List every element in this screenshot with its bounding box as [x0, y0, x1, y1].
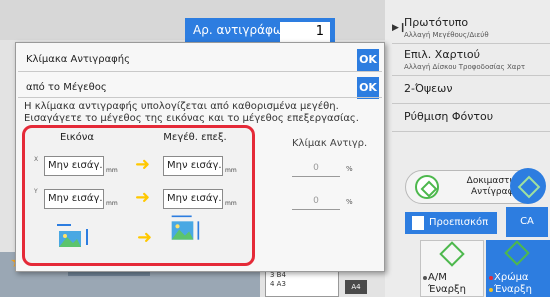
- dialog-title: Κλίμακα Αντιγραφής: [26, 54, 130, 65]
- paper-select-title: Επιλ. Χαρτιού: [404, 48, 481, 61]
- image-column-header: Εικόνα: [60, 132, 94, 143]
- output-x-unit: mm: [225, 167, 237, 174]
- original-title: Πρωτότυπο: [404, 16, 469, 29]
- ca-button[interactable]: CA: [506, 207, 548, 237]
- color-start-icon: [504, 240, 530, 266]
- paper-tray-row: 3 B4: [270, 271, 286, 279]
- bw-start-label: Α/Μ Έναρξη: [423, 272, 480, 296]
- dialog-divider: [18, 97, 382, 98]
- image-size-icon: [57, 224, 88, 247]
- output-y-unit: mm: [225, 200, 237, 207]
- description-line-2: Εισαγάγετε το μέγεθος της εικόνας και το…: [24, 113, 359, 124]
- original-button[interactable]: Πρωτότυπο Αλλαγή Μεγέθους/Διεύθ: [392, 14, 550, 44]
- paper-select-sub: Αλλαγή Δίσκου Τροφοδοσίας Χαρτ: [404, 63, 526, 71]
- image-x-unit: mm: [106, 167, 118, 174]
- preview-label: Προεπισκόπ: [429, 217, 489, 228]
- output-column-header: Μεγέθ. επεξ.: [163, 132, 227, 143]
- axis-x-label: X: [34, 156, 39, 163]
- arrow-right-icon: ➜: [135, 154, 151, 175]
- background-adjust-button[interactable]: Ρύθμιση Φόντου: [392, 106, 550, 132]
- ratio-x-percent: %: [346, 165, 353, 173]
- preview-icon: [412, 216, 424, 230]
- dialog-subtitle: από το Μέγεθος: [26, 82, 107, 93]
- arrow-right-icon: ➜: [137, 227, 153, 248]
- paper-tray-row: 4 A3: [270, 280, 286, 288]
- output-size-icon: [171, 215, 200, 240]
- color-dot-red-icon: [489, 276, 493, 280]
- start-round-icon[interactable]: [510, 168, 546, 204]
- duplex-button[interactable]: 2-Όψεων: [392, 80, 550, 104]
- color-start-label: Χρώμα Έναρξη: [489, 272, 546, 296]
- bw-start-line2: Έναρξη: [428, 284, 466, 295]
- axis-y-label: Y: [34, 188, 38, 195]
- bw-start-line1: Α/Μ: [428, 272, 447, 283]
- image-y-input[interactable]: Μην εισάγ.: [44, 189, 104, 209]
- output-y-input[interactable]: Μην εισάγ.: [163, 189, 223, 209]
- color-start-line2: Έναρξη: [494, 284, 532, 295]
- arrow-right-icon: ➜: [135, 187, 151, 208]
- bw-dot-icon: [423, 276, 427, 280]
- copies-label: Αρ. αντιγράφων: [193, 23, 290, 37]
- duplex-title: 2-Όψεων: [404, 82, 453, 95]
- ratio-y-field: 0: [292, 196, 340, 210]
- original-sub: Αλλαγή Μεγέθους/Διεύθ: [404, 31, 489, 39]
- image-x-input[interactable]: Μην εισάγ.: [44, 156, 104, 176]
- bw-start-icon: [439, 241, 465, 267]
- description-line-1: Η κλίμακα αντιγραφής υπολογίζεται από κα…: [24, 101, 339, 112]
- copies-value[interactable]: 1: [280, 22, 330, 42]
- image-y-unit: mm: [106, 200, 118, 207]
- subtitle-ok-button[interactable]: OK: [357, 77, 379, 99]
- dialog-ok-button[interactable]: OK: [357, 49, 379, 71]
- dialog-description: Η κλίμακα αντιγραφής υπολογίζεται από κα…: [24, 101, 374, 124]
- color-start-line1: Χρώμα: [494, 272, 529, 283]
- background-adjust-title: Ρύθμιση Φόντου: [404, 110, 494, 123]
- copy-ratio-label: Κλίμακ Αντιγρ.: [292, 138, 368, 149]
- output-x-input[interactable]: Μην εισάγ.: [163, 156, 223, 176]
- sample-copy-icon: [415, 175, 439, 199]
- paper-select-button[interactable]: Επιλ. Χαρτιού Αλλαγή Δίσκου Τροφοδοσίας …: [392, 46, 550, 76]
- ratio-y-percent: %: [346, 198, 353, 206]
- ratio-x-field: 0: [292, 163, 340, 177]
- paper-size-label: A4: [345, 280, 367, 294]
- color-dot-yellow-icon: [489, 288, 493, 292]
